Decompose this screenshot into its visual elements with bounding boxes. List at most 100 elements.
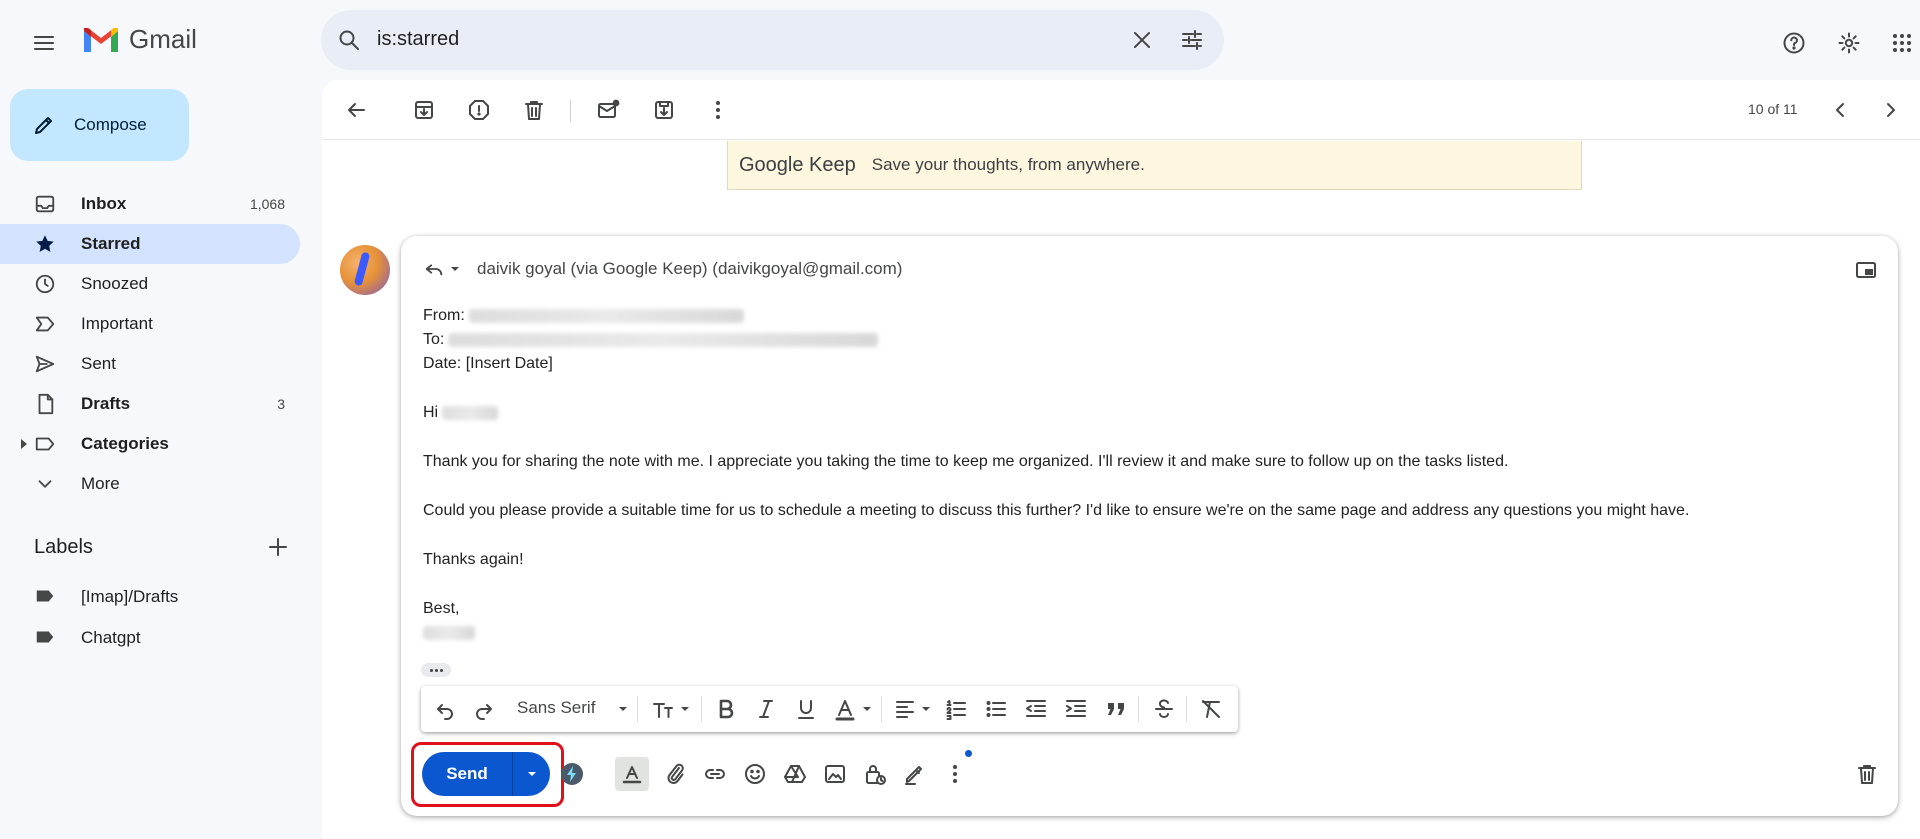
back-arrow-icon[interactable] <box>344 98 368 122</box>
support-button[interactable] <box>1773 22 1815 64</box>
italic-icon[interactable] <box>754 697 778 721</box>
drive-icon[interactable] <box>783 762 807 786</box>
more-vert-icon[interactable] <box>706 98 730 122</box>
compose-button[interactable]: Compose <box>10 89 189 161</box>
sidebar-item-sent[interactable]: Sent <box>0 344 300 384</box>
text-color-dropdown-icon[interactable] <box>861 703 873 715</box>
sidebar-item-inbox[interactable]: Inbox 1,068 <box>0 184 300 224</box>
message-view: 10 of 11 Google Keep Save your thoughts,… <box>322 80 1920 839</box>
undo-icon[interactable] <box>433 697 457 721</box>
report-spam-icon[interactable] <box>467 98 491 122</box>
redo-icon[interactable] <box>472 697 496 721</box>
align-dropdown-icon[interactable] <box>920 703 932 715</box>
schedule-send-dropdown[interactable] <box>513 768 550 780</box>
insert-photo-icon[interactable] <box>823 762 847 786</box>
chevron-left-icon[interactable] <box>1828 98 1852 122</box>
pagination-text: 10 of 11 <box>1748 101 1798 117</box>
font-dropdown-icon[interactable] <box>617 703 629 715</box>
font-size-dropdown-icon[interactable] <box>679 703 691 715</box>
main-menu-button[interactable] <box>23 22 65 64</box>
search-icon[interactable] <box>337 28 361 52</box>
chevron-right-icon[interactable] <box>1879 98 1903 122</box>
reply-icon[interactable] <box>423 258 445 280</box>
signature-icon[interactable] <box>903 762 927 786</box>
sidebar-item-snoozed[interactable]: Snoozed <box>0 264 300 304</box>
send-button[interactable]: Send <box>422 752 550 796</box>
sidebar-item-label: Categories <box>81 434 169 453</box>
toolbar-divider <box>570 100 571 122</box>
sidebar-item-starred[interactable]: Starred <box>0 224 300 264</box>
gmail-logo[interactable]: Gmail <box>81 24 197 55</box>
archive-icon[interactable] <box>412 98 436 122</box>
more-options-icon[interactable] <box>943 762 967 786</box>
discard-draft-icon[interactable] <box>1855 762 1879 786</box>
sidebar-item-label: Starred <box>81 234 141 253</box>
date-line: Date: [Insert Date] <box>423 355 553 372</box>
banner-tagline: Save your thoughts, from anywhere. <box>871 155 1145 174</box>
search-input[interactable]: is:starred <box>377 28 459 51</box>
underline-icon[interactable] <box>794 697 818 721</box>
emoji-icon[interactable] <box>743 762 767 786</box>
confidential-mode-icon[interactable] <box>863 762 887 786</box>
bulleted-list-icon[interactable] <box>984 697 1008 721</box>
sidebar-item-important[interactable]: Important <box>0 304 300 344</box>
label-icon <box>35 437 55 451</box>
send-icon <box>35 355 55 373</box>
closing: Best, <box>423 600 460 617</box>
move-to-icon[interactable] <box>652 98 676 122</box>
numbered-list-icon[interactable] <box>944 697 968 721</box>
label-item[interactable]: [Imap]/Drafts <box>0 576 300 616</box>
text-color-icon[interactable] <box>833 697 857 721</box>
label-filled-icon <box>36 590 54 602</box>
quote-icon[interactable] <box>1104 697 1128 721</box>
formatting-options-button[interactable] <box>615 757 649 791</box>
sidebar-item-label: Inbox <box>81 194 127 213</box>
apps-button[interactable] <box>1884 22 1920 64</box>
app-name: Gmail <box>129 24 197 54</box>
paragraph: Could you please provide a suitable time… <box>423 502 1690 519</box>
label-item[interactable]: Chatgpt <box>0 617 300 657</box>
sidebar-item-categories[interactable]: Categories <box>0 424 300 464</box>
trash-icon[interactable] <box>522 98 546 122</box>
search-options-icon[interactable] <box>1180 28 1204 52</box>
clear-search-icon[interactable] <box>1130 28 1154 52</box>
strikethrough-icon[interactable] <box>1152 697 1176 721</box>
smart-compose-icon[interactable] <box>560 762 584 786</box>
formatting-toolbar: Sans Serif <box>421 686 1238 732</box>
attach-icon[interactable] <box>663 762 687 786</box>
align-icon[interactable] <box>893 697 917 721</box>
redacted-text <box>468 308 744 323</box>
settings-button[interactable] <box>1828 22 1870 64</box>
redacted-text <box>448 332 879 347</box>
keep-banner: Google Keep Save your thoughts, from any… <box>727 141 1582 190</box>
indent-less-icon[interactable] <box>1024 697 1048 721</box>
pop-out-icon[interactable] <box>1854 258 1878 282</box>
show-trimmed-content-button[interactable] <box>421 663 451 677</box>
remove-formatting-icon[interactable] <box>1199 697 1223 721</box>
bold-icon[interactable] <box>714 697 738 721</box>
mark-unread-icon[interactable] <box>596 98 620 122</box>
label-filled-icon <box>36 631 54 643</box>
recipient-line[interactable]: daivik goyal (via Google Keep) (daivikgo… <box>477 259 902 279</box>
indent-more-icon[interactable] <box>1064 697 1088 721</box>
message-toolbar: 10 of 11 <box>322 80 1920 140</box>
paragraph: Thank you for sharing the note with me. … <box>423 453 1509 470</box>
pencil-icon <box>35 117 52 134</box>
clock-icon <box>35 274 55 294</box>
greeting: Hi <box>423 404 439 421</box>
avatar[interactable] <box>340 245 390 295</box>
link-icon[interactable] <box>703 762 727 786</box>
font-selector[interactable]: Sans Serif <box>517 698 595 718</box>
expand-arrow-icon[interactable] <box>20 439 28 449</box>
sidebar-item-drafts[interactable]: Drafts 3 <box>0 384 300 424</box>
send-label: Send <box>446 764 488 783</box>
font-size-icon[interactable] <box>651 697 675 721</box>
add-label-icon[interactable] <box>266 535 290 559</box>
search-bar[interactable]: is:starred <box>321 10 1224 70</box>
help-icon <box>1783 32 1805 54</box>
message-body[interactable]: From: To: Date: [Insert Date] Hi Thank y… <box>423 304 1863 645</box>
draft-count: 3 <box>277 396 285 412</box>
sidebar-item-more[interactable]: More <box>0 464 300 504</box>
reply-type-dropdown-icon[interactable] <box>449 263 461 275</box>
caret-down-icon <box>527 772 536 776</box>
